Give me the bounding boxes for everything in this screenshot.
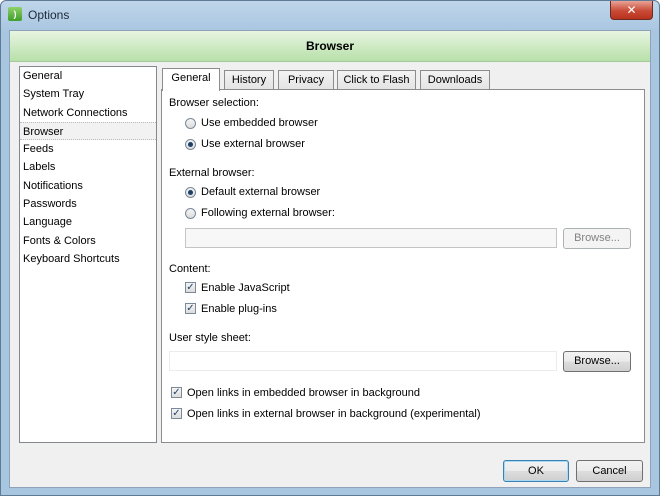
user-style-sheet-field[interactable] [169, 351, 557, 371]
browser-selection-label: Browser selection: [169, 97, 259, 109]
content-label: Content: [169, 263, 211, 275]
sidebar-item-fonts-colors[interactable]: Fonts & Colors [20, 232, 156, 250]
external-browser-path-field[interactable] [185, 228, 557, 248]
dialog-client-area: Browser General System Tray Network Conn… [9, 30, 651, 488]
title-bar[interactable]: ) Options ✕ [1, 1, 659, 29]
sidebar-item-notifications[interactable]: Notifications [20, 177, 156, 195]
sidebar-item-network-connections[interactable]: Network Connections [20, 104, 156, 122]
enable-javascript-checkbox[interactable]: ✓ [185, 282, 196, 293]
sidebar-item-browser[interactable]: Browser [20, 121, 156, 141]
enable-plugins-checkbox[interactable]: ✓ [185, 303, 196, 314]
open-embedded-background-checkbox[interactable]: ✓ [171, 387, 182, 398]
use-external-browser-label[interactable]: Use external browser [201, 138, 305, 150]
sidebar-item-keyboard-shortcuts[interactable]: Keyboard Shortcuts [20, 250, 156, 268]
general-tab-panel: Browser selection: Use embedded browser … [161, 89, 645, 443]
external-browser-label: External browser: [169, 167, 255, 179]
sidebar-item-language[interactable]: Language [20, 213, 156, 231]
close-button[interactable]: ✕ [610, 1, 653, 20]
tab-history[interactable]: History [224, 70, 274, 90]
default-external-browser-label[interactable]: Default external browser [201, 186, 320, 198]
open-embedded-background-label[interactable]: Open links in embedded browser in backgr… [187, 387, 420, 399]
category-list[interactable]: General System Tray Network Connections … [19, 66, 157, 443]
tab-downloads[interactable]: Downloads [420, 70, 490, 90]
rss-feed-icon: ) [8, 7, 22, 21]
options-window: ) Options ✕ Browser General System Tray … [0, 0, 660, 496]
default-external-browser-radio[interactable] [185, 187, 196, 198]
user-style-sheet-label: User style sheet: [169, 332, 251, 344]
sidebar-item-feeds[interactable]: Feeds [20, 140, 156, 158]
use-embedded-browser-radio[interactable] [185, 118, 196, 129]
ok-button[interactable]: OK [503, 460, 569, 482]
sidebar-item-labels[interactable]: Labels [20, 158, 156, 176]
browse-external-browser-button[interactable]: Browse... [563, 228, 631, 249]
sidebar-item-general[interactable]: General [20, 67, 156, 85]
open-external-background-checkbox[interactable]: ✓ [171, 408, 182, 419]
page-title: Browser [10, 31, 650, 62]
tab-general[interactable]: General [162, 68, 220, 91]
use-external-browser-radio[interactable] [185, 139, 196, 150]
cancel-button[interactable]: Cancel [576, 460, 643, 482]
enable-plugins-label[interactable]: Enable plug-ins [201, 303, 277, 315]
open-external-background-label[interactable]: Open links in external browser in backgr… [187, 408, 480, 420]
following-external-browser-radio[interactable] [185, 208, 196, 219]
enable-javascript-label[interactable]: Enable JavaScript [201, 282, 290, 294]
following-external-browser-label[interactable]: Following external browser: [201, 207, 335, 219]
tab-privacy[interactable]: Privacy [278, 70, 334, 90]
window-title: Options [28, 8, 70, 22]
sidebar-item-passwords[interactable]: Passwords [20, 195, 156, 213]
browse-style-sheet-button[interactable]: Browse... [563, 351, 631, 372]
sidebar-item-system-tray[interactable]: System Tray [20, 85, 156, 103]
tab-click-to-flash[interactable]: Click to Flash [337, 70, 416, 90]
use-embedded-browser-label[interactable]: Use embedded browser [201, 117, 318, 129]
